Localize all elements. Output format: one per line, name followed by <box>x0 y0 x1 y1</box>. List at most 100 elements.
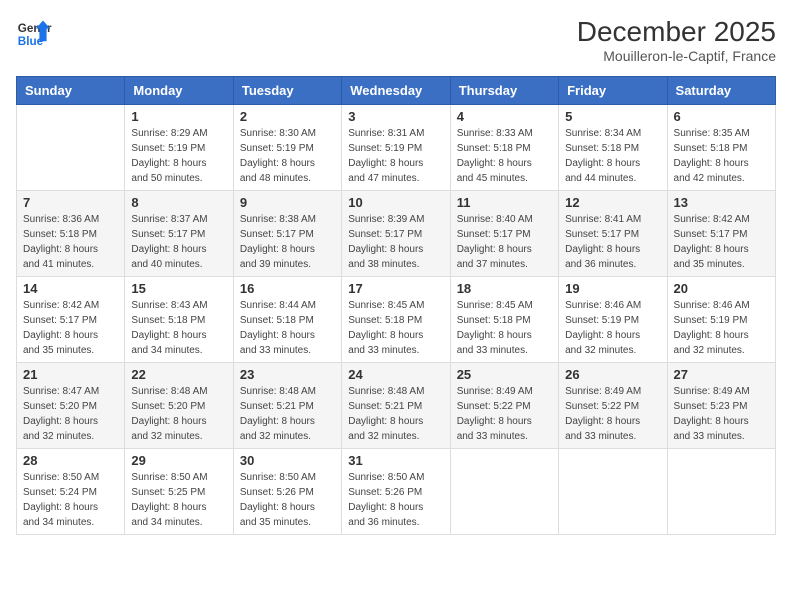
calendar-cell: 8Sunrise: 8:37 AM Sunset: 5:17 PM Daylig… <box>125 191 233 277</box>
calendar-cell: 9 Sunrise: 8:38 AM Sunset: 5:17 PM Daylig… <box>233 191 341 277</box>
day-info: Sunrise: 8:42 AM Sunset: 5:17 PM Dayligh… <box>674 212 769 272</box>
page-header: General Blue December 2025 Mouilleron-le… <box>16 16 776 64</box>
weekday-header-saturday: Saturday <box>667 77 775 105</box>
calendar-cell: 29 Sunrise: 8:50 AM Sunset: 5:25 PM Dayli… <box>125 449 233 535</box>
calendar-cell: 27Sunrise: 8:49 AM Sunset: 5:23 PM Dayli… <box>667 363 775 449</box>
day-number: 11 <box>457 195 552 210</box>
day-number: 27 <box>674 367 769 382</box>
calendar-cell: 5Sunrise: 8:34 AM Sunset: 5:18 PM Daylig… <box>559 105 667 191</box>
calendar-cell: 31 Sunrise: 8:50 AM Sunset: 5:26 PM Dayli… <box>342 449 450 535</box>
calendar-cell: 21 Sunrise: 8:47 AM Sunset: 5:20 PM Dayli… <box>17 363 125 449</box>
weekday-header-thursday: Thursday <box>450 77 558 105</box>
weekday-header-sunday: Sunday <box>17 77 125 105</box>
day-info: Sunrise: 8:48 AM Sunset: 5:21 PM Dayligh… <box>348 384 443 444</box>
calendar-cell: 13 Sunrise: 8:42 AM Sunset: 5:17 PM Dayli… <box>667 191 775 277</box>
calendar-cell: 15 Sunrise: 8:43 AM Sunset: 5:18 PM Dayli… <box>125 277 233 363</box>
svg-text:General: General <box>18 22 52 35</box>
calendar-cell: 3 Sunrise: 8:31 AM Sunset: 5:19 PM Daylig… <box>342 105 450 191</box>
week-row-1: 1 Sunrise: 8:29 AM Sunset: 5:19 PM Daylig… <box>17 105 776 191</box>
day-number: 4 <box>457 109 552 124</box>
day-number: 24 <box>348 367 443 382</box>
day-number: 6 <box>674 109 769 124</box>
calendar-cell: 20 Sunrise: 8:46 AM Sunset: 5:19 PM Dayli… <box>667 277 775 363</box>
location-title: Mouilleron-le-Captif, France <box>577 48 776 64</box>
day-number: 13 <box>674 195 769 210</box>
day-info: Sunrise: 8:46 AM Sunset: 5:19 PM Dayligh… <box>674 298 769 358</box>
day-info: Sunrise: 8:50 AM Sunset: 5:25 PM Dayligh… <box>131 470 226 530</box>
day-number: 2 <box>240 109 335 124</box>
day-number: 29 <box>131 453 226 468</box>
day-info: Sunrise: 8:48 AM Sunset: 5:21 PM Dayligh… <box>240 384 335 444</box>
day-info: Sunrise: 8:42 AM Sunset: 5:17 PM Dayligh… <box>23 298 118 358</box>
day-info: Sunrise: 8:45 AM Sunset: 5:18 PM Dayligh… <box>457 298 552 358</box>
day-number: 7 <box>23 195 118 210</box>
calendar-cell: 19Sunrise: 8:46 AM Sunset: 5:19 PM Dayli… <box>559 277 667 363</box>
weekday-header-monday: Monday <box>125 77 233 105</box>
day-info: Sunrise: 8:39 AM Sunset: 5:17 PM Dayligh… <box>348 212 443 272</box>
calendar-cell: 14 Sunrise: 8:42 AM Sunset: 5:17 PM Dayli… <box>17 277 125 363</box>
calendar-cell: 24 Sunrise: 8:48 AM Sunset: 5:21 PM Dayli… <box>342 363 450 449</box>
day-info: Sunrise: 8:43 AM Sunset: 5:18 PM Dayligh… <box>131 298 226 358</box>
calendar-cell: 17Sunrise: 8:45 AM Sunset: 5:18 PM Dayli… <box>342 277 450 363</box>
day-number: 28 <box>23 453 118 468</box>
calendar-cell <box>559 449 667 535</box>
day-info: Sunrise: 8:50 AM Sunset: 5:26 PM Dayligh… <box>348 470 443 530</box>
day-number: 25 <box>457 367 552 382</box>
calendar-cell: 25 Sunrise: 8:49 AM Sunset: 5:22 PM Dayli… <box>450 363 558 449</box>
week-row-4: 21 Sunrise: 8:47 AM Sunset: 5:20 PM Dayli… <box>17 363 776 449</box>
weekday-header-wednesday: Wednesday <box>342 77 450 105</box>
day-number: 31 <box>348 453 443 468</box>
day-number: 8 <box>131 195 226 210</box>
day-info: Sunrise: 8:47 AM Sunset: 5:20 PM Dayligh… <box>23 384 118 444</box>
calendar-cell: 12 Sunrise: 8:41 AM Sunset: 5:17 PM Dayli… <box>559 191 667 277</box>
day-info: Sunrise: 8:49 AM Sunset: 5:22 PM Dayligh… <box>457 384 552 444</box>
day-number: 18 <box>457 281 552 296</box>
calendar-cell: 16 Sunrise: 8:44 AM Sunset: 5:18 PM Dayli… <box>233 277 341 363</box>
weekday-header-friday: Friday <box>559 77 667 105</box>
calendar-cell: 4Sunrise: 8:33 AM Sunset: 5:18 PM Daylig… <box>450 105 558 191</box>
calendar-cell: 7 Sunrise: 8:36 AM Sunset: 5:18 PM Daylig… <box>17 191 125 277</box>
day-number: 9 <box>240 195 335 210</box>
day-number: 15 <box>131 281 226 296</box>
day-info: Sunrise: 8:41 AM Sunset: 5:17 PM Dayligh… <box>565 212 660 272</box>
logo-icon: General Blue <box>16 16 52 52</box>
week-row-2: 7 Sunrise: 8:36 AM Sunset: 5:18 PM Daylig… <box>17 191 776 277</box>
day-info: Sunrise: 8:36 AM Sunset: 5:18 PM Dayligh… <box>23 212 118 272</box>
calendar-table: SundayMondayTuesdayWednesdayThursdayFrid… <box>16 76 776 535</box>
day-number: 21 <box>23 367 118 382</box>
day-info: Sunrise: 8:50 AM Sunset: 5:24 PM Dayligh… <box>23 470 118 530</box>
day-number: 12 <box>565 195 660 210</box>
weekday-header-row: SundayMondayTuesdayWednesdayThursdayFrid… <box>17 77 776 105</box>
day-info: Sunrise: 8:35 AM Sunset: 5:18 PM Dayligh… <box>674 126 769 186</box>
day-number: 14 <box>23 281 118 296</box>
calendar-cell <box>450 449 558 535</box>
day-info: Sunrise: 8:44 AM Sunset: 5:18 PM Dayligh… <box>240 298 335 358</box>
day-number: 23 <box>240 367 335 382</box>
weekday-header-tuesday: Tuesday <box>233 77 341 105</box>
calendar-cell: 30 Sunrise: 8:50 AM Sunset: 5:26 PM Dayli… <box>233 449 341 535</box>
calendar-cell: 10 Sunrise: 8:39 AM Sunset: 5:17 PM Dayli… <box>342 191 450 277</box>
day-info: Sunrise: 8:31 AM Sunset: 5:19 PM Dayligh… <box>348 126 443 186</box>
day-number: 16 <box>240 281 335 296</box>
day-number: 10 <box>348 195 443 210</box>
day-number: 5 <box>565 109 660 124</box>
day-number: 30 <box>240 453 335 468</box>
week-row-5: 28 Sunrise: 8:50 AM Sunset: 5:24 PM Dayli… <box>17 449 776 535</box>
calendar-cell: 23 Sunrise: 8:48 AM Sunset: 5:21 PM Dayli… <box>233 363 341 449</box>
day-info: Sunrise: 8:29 AM Sunset: 5:19 PM Dayligh… <box>131 126 226 186</box>
logo: General Blue <box>16 16 52 52</box>
day-info: Sunrise: 8:46 AM Sunset: 5:19 PM Dayligh… <box>565 298 660 358</box>
day-number: 20 <box>674 281 769 296</box>
calendar-cell: 11Sunrise: 8:40 AM Sunset: 5:17 PM Dayli… <box>450 191 558 277</box>
day-info: Sunrise: 8:45 AM Sunset: 5:18 PM Dayligh… <box>348 298 443 358</box>
day-number: 26 <box>565 367 660 382</box>
day-info: Sunrise: 8:38 AM Sunset: 5:17 PM Dayligh… <box>240 212 335 272</box>
calendar-cell: 26Sunrise: 8:49 AM Sunset: 5:22 PM Dayli… <box>559 363 667 449</box>
calendar-cell: 1 Sunrise: 8:29 AM Sunset: 5:19 PM Daylig… <box>125 105 233 191</box>
day-number: 3 <box>348 109 443 124</box>
calendar-cell: 2Sunrise: 8:30 AM Sunset: 5:19 PM Daylig… <box>233 105 341 191</box>
day-number: 1 <box>131 109 226 124</box>
calendar-cell: 28 Sunrise: 8:50 AM Sunset: 5:24 PM Dayli… <box>17 449 125 535</box>
day-info: Sunrise: 8:50 AM Sunset: 5:26 PM Dayligh… <box>240 470 335 530</box>
calendar-cell <box>17 105 125 191</box>
